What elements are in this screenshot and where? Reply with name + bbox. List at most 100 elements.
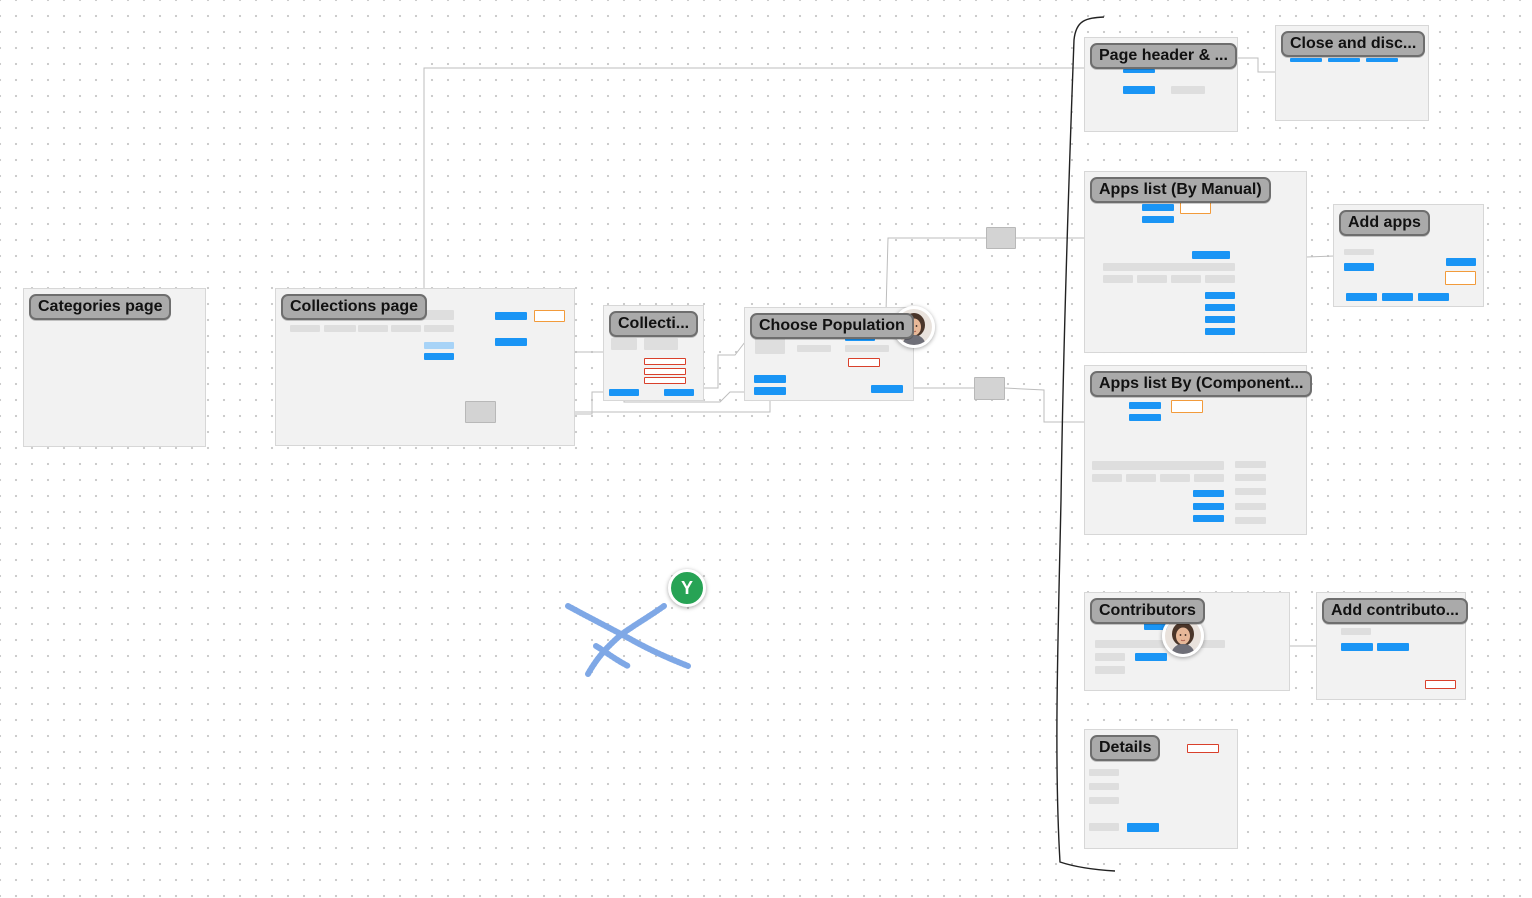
wireframe-menu-item [1205, 304, 1235, 311]
wireframe-side-item [1235, 517, 1266, 524]
wireframe-selected-item [424, 342, 454, 349]
frame-title[interactable]: Apps list (By Manual) [1090, 177, 1271, 203]
wireframe-field [644, 338, 678, 350]
wireframe-blue-button [754, 387, 786, 395]
wireframe-table-header [1095, 640, 1225, 648]
wireframe-side-item [1235, 503, 1266, 510]
frame-title[interactable]: Close and disc... [1281, 31, 1426, 57]
wireframe-field [1089, 783, 1119, 790]
frame-title[interactable]: Collections page [281, 294, 428, 320]
frame-close-and-discard[interactable]: Close and disc... [1275, 25, 1429, 121]
frame-title[interactable]: Apps list By (Component... [1090, 371, 1313, 397]
wireframe-table-col [1205, 275, 1235, 283]
wireframe-column [424, 325, 454, 332]
wireframe-side-item [1235, 461, 1266, 468]
wireframe-column [290, 325, 320, 332]
connector-choose-to-apps-manual [885, 237, 986, 313]
connector-collections-to-page-header [423, 67, 1084, 288]
frame-details[interactable]: Details [1084, 729, 1238, 849]
wireframe-field [1341, 628, 1371, 635]
frame-title[interactable]: Collecti... [609, 311, 699, 337]
frame-title[interactable]: Details [1090, 735, 1161, 761]
wireframe-table-col [1171, 275, 1201, 283]
wireframe-blue-button [1328, 58, 1360, 62]
wireframe-orange-note [1171, 400, 1203, 413]
wireframe-option [845, 345, 889, 352]
wireframe-column [391, 325, 421, 332]
frame-apps-list-manual[interactable]: Apps list (By Manual) [1084, 171, 1307, 353]
wireframe-blue-button [1382, 293, 1413, 301]
wireframe-blue-button [1344, 263, 1374, 271]
wireframe-option [797, 345, 831, 352]
wireframe-table-col [1103, 275, 1133, 283]
wireframe-confirm-modal [465, 401, 496, 423]
wireframe-blue-button [664, 389, 694, 396]
wireframe-blue-button [1346, 293, 1377, 301]
wireframe-blue-button [1290, 58, 1322, 62]
wireframe-menu-item [1193, 503, 1224, 510]
frame-title[interactable]: Add contributo... [1322, 598, 1468, 624]
wireframe-menu-item [1205, 292, 1235, 299]
frame-title[interactable]: Categories page [29, 294, 172, 320]
wireframe-orange-note [534, 310, 565, 322]
wireframe-field [1095, 653, 1125, 661]
freehand-scribble-icon [565, 603, 691, 677]
frame-apps-list-component[interactable]: Apps list By (Component... [1084, 365, 1313, 535]
wireframe-table-header [1103, 263, 1235, 271]
frame-collections-page[interactable]: Collections page [275, 288, 575, 446]
wireframe-blue-button [1129, 402, 1161, 409]
wireframe-orange-note [1180, 202, 1211, 214]
wireframe-menu-item [1205, 328, 1235, 335]
wireframe-table-col [1194, 474, 1224, 482]
wireframe-table-header [1092, 461, 1224, 470]
frame-page-header[interactable]: Page header & ... [1084, 37, 1238, 132]
wireframe-side-item [1235, 488, 1266, 495]
wireframe-field [1095, 666, 1125, 674]
wireframe-error-field [1425, 680, 1456, 689]
frame-add-contributors[interactable]: Add contributo... [1316, 592, 1468, 700]
wireframe-error-field [1187, 744, 1219, 753]
connector-note-to-apps-component [1004, 387, 1084, 423]
wireframe-field [611, 338, 637, 350]
wireframe-blue-button [1123, 86, 1155, 94]
wireframe-blue-button [1123, 69, 1155, 73]
frame-add-apps[interactable]: Add apps [1333, 204, 1484, 307]
connector-note-box[interactable] [974, 377, 1005, 400]
wireframe-table-col [1126, 474, 1156, 482]
wireframe-field [1089, 823, 1119, 831]
frame-title[interactable]: Contributors [1090, 598, 1205, 624]
wireframe-blue-button [1142, 216, 1174, 223]
wireframe-field [1344, 249, 1374, 255]
frame-collections-short[interactable]: Collecti... [603, 305, 704, 401]
connector-note-box[interactable] [986, 227, 1016, 249]
wireframe-blue-button [1446, 258, 1476, 266]
wireframe-blue-button [1418, 293, 1449, 301]
wireframe-menu-item [1205, 316, 1235, 323]
wireframe-blue-button [1341, 643, 1373, 651]
frame-choose-population[interactable]: Choose Population [744, 307, 914, 401]
wireframe-table-col [1137, 275, 1167, 283]
frame-title[interactable]: Choose Population [750, 313, 914, 339]
wireframe-error-field [644, 368, 686, 375]
collaborator-cursor-y: Y [668, 569, 706, 607]
wireframe-blue-button [495, 312, 527, 320]
wireframe-blue-button [609, 389, 639, 396]
wireframe-blue-button [1135, 653, 1167, 661]
wireframe-field [1089, 769, 1119, 776]
wireframe-column [358, 325, 388, 332]
frame-categories-page[interactable]: Categories page [23, 288, 206, 447]
wireframe-error-field [848, 358, 880, 367]
frame-title[interactable]: Page header & ... [1090, 43, 1237, 69]
wireframe-menu-item [1193, 490, 1224, 497]
wireframe-field [1171, 86, 1205, 94]
frame-title[interactable]: Add apps [1339, 210, 1430, 236]
wireframe-blue-button [495, 338, 527, 346]
wireframe-blue-button [1366, 58, 1398, 62]
wireframe-table-col [1160, 474, 1190, 482]
wireframe-side-item [1235, 474, 1266, 481]
wireframe-blue-button [871, 385, 903, 393]
whiteboard-canvas[interactable]: Categories page Collections page Collect… [0, 0, 1532, 898]
wireframe-column [324, 325, 356, 332]
wireframe-blue-button [1142, 204, 1174, 211]
wireframe-table-col [1092, 474, 1122, 482]
